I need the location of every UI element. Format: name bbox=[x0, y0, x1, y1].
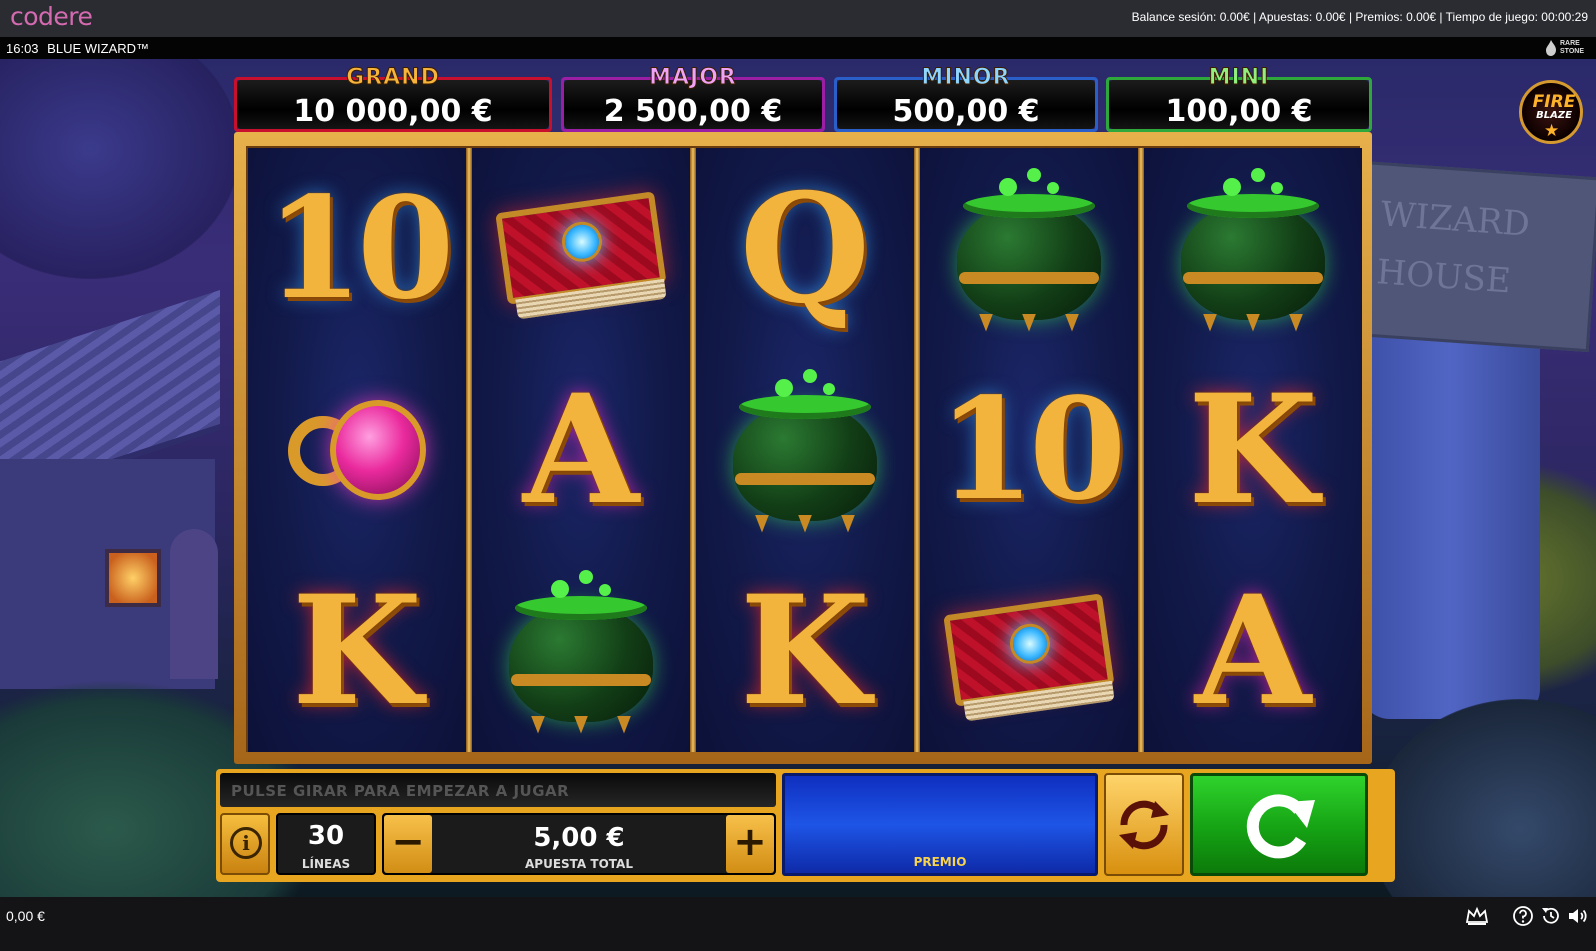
reel-cell bbox=[696, 349, 914, 550]
sign-line-2: HOUSE bbox=[1375, 252, 1513, 302]
reels-area: 10 K A Q K 10 K A bbox=[246, 146, 1362, 752]
total-bet-value: 5,00 € bbox=[533, 823, 625, 853]
jackpot-grand: GRAND 10 000,00 € bbox=[234, 65, 552, 132]
provider-logo: RARE STONE bbox=[1544, 39, 1592, 57]
reel-cell bbox=[920, 148, 1138, 349]
house-window bbox=[105, 549, 161, 607]
reel-cell bbox=[472, 550, 690, 751]
symbol-10: 10 bbox=[937, 367, 1127, 532]
symbol-a: A bbox=[1194, 562, 1312, 739]
balance: 0,00 € bbox=[6, 908, 45, 924]
symbol-ring bbox=[282, 390, 432, 510]
symbol-cauldron bbox=[949, 164, 1109, 334]
reels-frame: 10 K A Q K 10 K A bbox=[234, 132, 1372, 764]
game-title-bar: 16:03 BLUE WIZARD™ RARE STONE bbox=[0, 37, 1596, 59]
jackpot-name: MINI bbox=[1208, 65, 1270, 91]
jackpot-name: GRAND bbox=[346, 65, 440, 91]
symbol-cauldron bbox=[725, 365, 885, 535]
total-bet-label: APUESTA TOTAL bbox=[525, 857, 633, 871]
reel-3: QK bbox=[696, 148, 914, 752]
reel-cell: Q bbox=[696, 148, 914, 349]
history-icon[interactable] bbox=[1539, 904, 1563, 928]
increase-bet-button[interactable]: + bbox=[726, 815, 774, 873]
info-button[interactable]: i bbox=[220, 813, 270, 875]
symbol-q: Q bbox=[739, 160, 871, 337]
symbol-k: K bbox=[739, 562, 871, 739]
symbol-spellbook bbox=[481, 162, 680, 336]
flame-icon bbox=[1546, 40, 1556, 56]
reel-cell: 10 bbox=[920, 349, 1138, 550]
game-title: 16:03 BLUE WIZARD™ bbox=[6, 41, 149, 56]
message-bar: PULSE GIRAR PARA EMPEZAR A JUGAR bbox=[220, 773, 776, 807]
spin-button[interactable] bbox=[1190, 773, 1368, 876]
game-name: BLUE WIZARD™ bbox=[47, 41, 150, 56]
help-icon[interactable] bbox=[1511, 904, 1535, 928]
jackpot-value: 10 000,00 € bbox=[293, 94, 493, 129]
jackpot-value: 2 500,00 € bbox=[603, 94, 783, 129]
autoplay-icon bbox=[1119, 800, 1169, 850]
sign-line-1: WIZARD bbox=[1379, 194, 1532, 245]
reel-1: 10 K bbox=[248, 148, 466, 752]
jackpot-minor: MINOR 500,00 € bbox=[834, 65, 1098, 132]
message-text: PULSE GIRAR PARA EMPEZAR A JUGAR bbox=[231, 782, 570, 800]
symbol-k: K bbox=[291, 562, 423, 739]
spin-icon bbox=[1246, 794, 1315, 859]
lines-value: 30 bbox=[307, 821, 345, 851]
reel-cell: 10 bbox=[248, 148, 466, 349]
win-label: PREMIO bbox=[913, 855, 967, 869]
house-door bbox=[170, 529, 218, 679]
win-display: PREMIO bbox=[782, 773, 1098, 876]
reel-cell bbox=[920, 550, 1138, 751]
reel-cell: K bbox=[1144, 349, 1362, 550]
badge-line-2: BLAZE bbox=[1536, 110, 1572, 121]
jackpot-name: MINOR bbox=[921, 65, 1011, 91]
bet-selector: − 5,00 € APUESTA TOTAL + bbox=[382, 813, 776, 875]
jackpot-mini: MINI 100,00 € bbox=[1106, 65, 1372, 132]
tree-canopy bbox=[0, 59, 240, 279]
symbol-spellbook bbox=[929, 564, 1128, 738]
reel-cell bbox=[472, 148, 690, 349]
jackpot-major: MAJOR 2 500,00 € bbox=[561, 65, 825, 132]
bottom-bar: 0,00 € bbox=[0, 897, 1596, 951]
control-panel: PULSE GIRAR PARA EMPEZAR A JUGAR i 30 LÍ… bbox=[216, 769, 1395, 882]
reel-cell bbox=[1144, 148, 1362, 349]
reel-cell: A bbox=[472, 349, 690, 550]
info-icon: i bbox=[230, 827, 262, 859]
decrease-bet-button[interactable]: − bbox=[384, 815, 432, 873]
codere-logo[interactable]: codere bbox=[10, 2, 93, 31]
reel-5: KA bbox=[1144, 148, 1362, 752]
symbol-cauldron bbox=[501, 566, 661, 736]
wizard-house-sign: WIZARD HOUSE bbox=[1349, 160, 1596, 353]
bushes bbox=[1370, 699, 1596, 897]
reel-cell: K bbox=[248, 550, 466, 751]
crown-icon[interactable] bbox=[1465, 904, 1489, 928]
symbol-cauldron bbox=[1173, 164, 1333, 334]
sound-icon[interactable] bbox=[1566, 904, 1590, 928]
clock: 16:03 bbox=[6, 41, 39, 56]
reel-cell bbox=[248, 349, 466, 550]
jackpot-value: 500,00 € bbox=[892, 94, 1040, 129]
reel-cell: K bbox=[696, 550, 914, 751]
symbol-k: K bbox=[1187, 361, 1319, 538]
lines-display: 30 LÍNEAS bbox=[276, 813, 376, 875]
fire-blaze-badge: FIRE BLAZE ★ bbox=[1519, 80, 1583, 144]
reel-2: A bbox=[472, 148, 690, 752]
jackpot-name: MAJOR bbox=[649, 65, 737, 91]
reel-4: 10 bbox=[920, 148, 1138, 752]
autoplay-button[interactable] bbox=[1104, 773, 1184, 876]
symbol-a: A bbox=[522, 361, 640, 538]
lines-label: LÍNEAS bbox=[301, 857, 351, 871]
session-summary: Balance sesión: 0.00€ | Apuestas: 0.00€ … bbox=[1131, 10, 1588, 24]
top-bar: codere Balance sesión: 0.00€ | Apuestas:… bbox=[0, 0, 1596, 37]
provider-name: RARE STONE bbox=[1560, 40, 1584, 55]
star-icon: ★ bbox=[1544, 121, 1560, 140]
reel-cell: A bbox=[1144, 550, 1362, 751]
symbol-10: 10 bbox=[265, 166, 455, 331]
badge-line-1: FIRE bbox=[1532, 92, 1576, 112]
jackpot-value: 100,00 € bbox=[1165, 94, 1313, 129]
